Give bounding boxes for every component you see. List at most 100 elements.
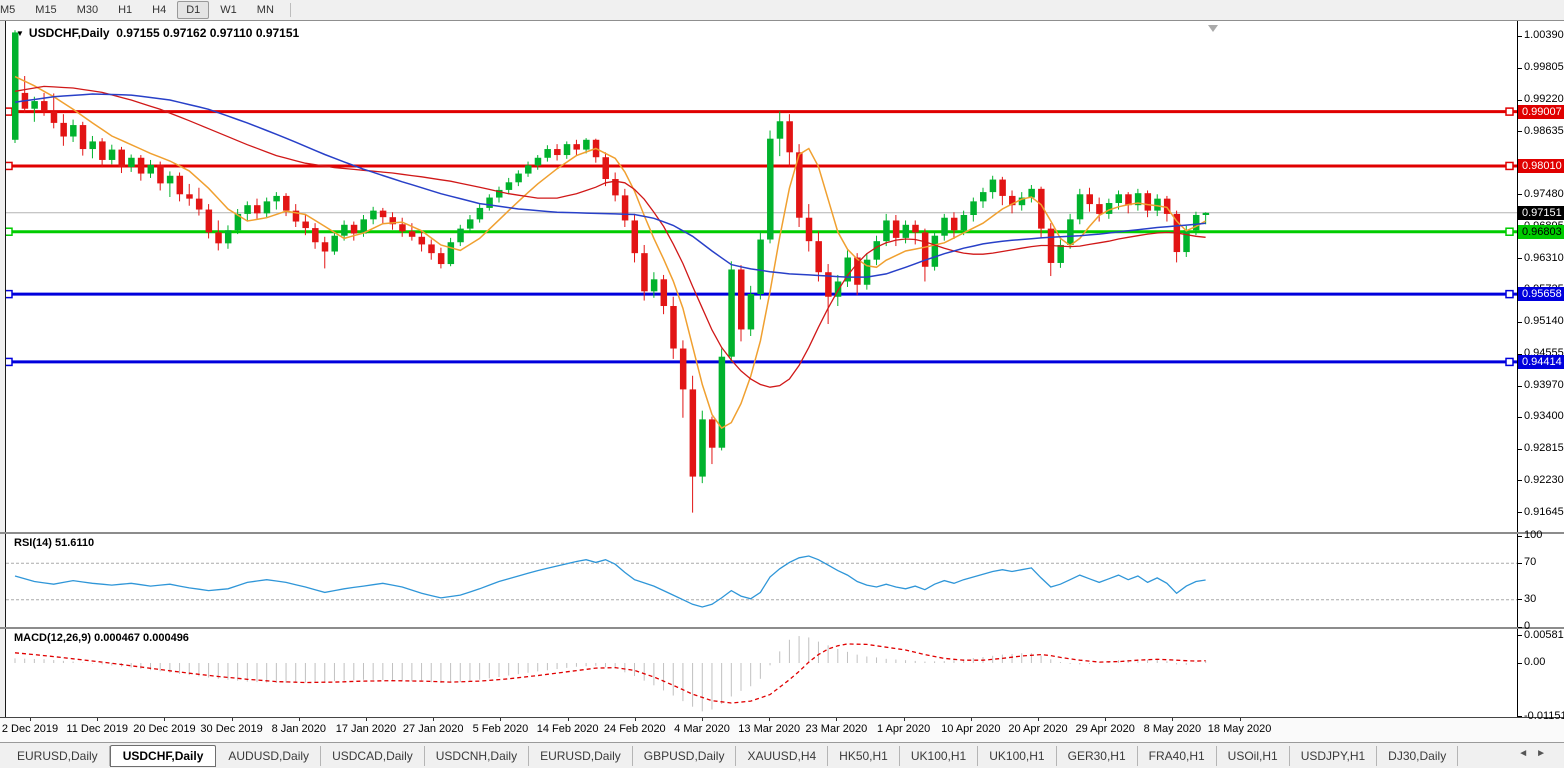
candle-body xyxy=(932,236,939,267)
date-tick xyxy=(299,718,300,721)
tab-ger30-h1[interactable]: GER30,H1 xyxy=(1057,746,1138,766)
line-handle-right[interactable] xyxy=(1506,291,1513,298)
axis-tick xyxy=(1518,635,1522,636)
candle-body xyxy=(186,194,193,198)
level-price-label: 0.95658 xyxy=(1518,287,1564,301)
line-handle-right[interactable] xyxy=(1506,358,1513,365)
timeframe-button-H4[interactable]: H4 xyxy=(143,1,175,19)
macd-tick-label: 0.005818 xyxy=(1524,629,1564,641)
date-tick xyxy=(702,718,703,721)
macd-tick-label: 0.00 xyxy=(1524,656,1545,668)
tab-usdjpy-h1[interactable]: USDJPY,H1 xyxy=(1290,746,1377,766)
date-tick xyxy=(366,718,367,721)
axis-tick xyxy=(1518,599,1522,600)
candle-body xyxy=(457,229,464,243)
candle-body xyxy=(661,279,668,306)
timeframe-button-M5[interactable]: M5 xyxy=(0,1,24,19)
macd-axis[interactable]: 0.0058180.00-0.011514 xyxy=(1517,629,1564,717)
line-handle-left[interactable] xyxy=(6,162,12,169)
date-axis[interactable]: 2 Dec 201911 Dec 201920 Dec 201930 Dec 2… xyxy=(0,718,1564,743)
line-handle-right[interactable] xyxy=(1506,162,1513,169)
candle-body xyxy=(215,232,222,243)
date-label: 18 May 2020 xyxy=(1208,723,1272,735)
candle-body xyxy=(602,157,609,179)
candle-body xyxy=(448,242,455,264)
tab-xauusd-h4[interactable]: XAUUSD,H4 xyxy=(736,746,828,766)
date-tick xyxy=(30,718,31,721)
timeframe-button-W1[interactable]: W1 xyxy=(211,1,246,19)
timeframe-button-MN[interactable]: MN xyxy=(248,1,283,19)
candle-body xyxy=(1057,245,1064,263)
date-tick xyxy=(500,718,501,721)
candle-body xyxy=(535,158,542,166)
tab-usoil-h1[interactable]: USOil,H1 xyxy=(1217,746,1290,766)
chart-shift-marker-icon[interactable] xyxy=(1208,25,1218,32)
tab-scroll-arrows[interactable]: ◄► xyxy=(1518,748,1554,759)
price-tick-label: 0.93970 xyxy=(1524,379,1564,391)
line-handle-left[interactable] xyxy=(6,358,12,365)
axis-tick xyxy=(1518,449,1522,450)
ohlc-open: 0.97155 xyxy=(116,26,159,40)
ohlc-close: 0.97151 xyxy=(256,26,299,40)
tab-usdcnh-daily[interactable]: USDCNH,Daily xyxy=(425,746,529,766)
timeframe-button-M30[interactable]: M30 xyxy=(68,1,107,19)
price-tick-label: 0.95140 xyxy=(1524,315,1564,327)
tab-hk50-h1[interactable]: HK50,H1 xyxy=(828,746,900,766)
price-axis[interactable]: 1.003900.998050.992200.986350.974800.968… xyxy=(1517,21,1564,532)
axis-tick xyxy=(1518,131,1522,132)
candle-body xyxy=(815,241,822,272)
tab-eurusd-daily[interactable]: EURUSD,Daily xyxy=(6,746,110,766)
line-handle-right[interactable] xyxy=(1506,108,1513,115)
candle-body xyxy=(148,165,155,174)
tab-scroll-left-icon[interactable]: ◄ xyxy=(1518,748,1536,759)
candle-body xyxy=(912,225,919,233)
macd-chart[interactable] xyxy=(6,629,1518,717)
rsi-panel[interactable]: RSI(14) 51.6110 xyxy=(5,534,1518,627)
tab-uk100-h1[interactable]: UK100,H1 xyxy=(900,746,978,766)
tab-uk100-h1[interactable]: UK100,H1 xyxy=(978,746,1056,766)
date-label: 20 Apr 2020 xyxy=(1008,723,1067,735)
price-tick-label: 0.99805 xyxy=(1524,61,1564,73)
line-handle-left[interactable] xyxy=(6,291,12,298)
rsi-value: 51.6110 xyxy=(55,537,94,549)
mt4-chart-window: M5M15M30H1H4D1W1MN ▼USDCHF,Daily 0.97155… xyxy=(0,0,1564,768)
candle-body xyxy=(225,230,232,243)
tab-usdchf-daily[interactable]: USDCHF,Daily xyxy=(110,745,217,767)
macd-panel[interactable]: MACD(12,26,9) 0.000467 0.000496 xyxy=(5,629,1518,717)
price-tick-label: 0.97480 xyxy=(1524,188,1564,200)
tab-usdcad-daily[interactable]: USDCAD,Daily xyxy=(321,746,425,766)
date-label: 8 Jan 2020 xyxy=(272,723,326,735)
timeframe-button-D1[interactable]: D1 xyxy=(177,1,209,19)
candle-body xyxy=(641,253,648,291)
tab-gbpusd-daily[interactable]: GBPUSD,Daily xyxy=(633,746,737,766)
rsi-chart[interactable] xyxy=(6,534,1518,627)
line-handle-left[interactable] xyxy=(6,228,12,235)
timeframe-button-H1[interactable]: H1 xyxy=(109,1,141,19)
chart-tab-bar: EURUSD,DailyUSDCHF,DailyAUDUSD,DailyUSDC… xyxy=(0,743,1564,768)
tab-fra40-h1[interactable]: FRA40,H1 xyxy=(1138,746,1217,766)
tab-scroll-right-icon[interactable]: ► xyxy=(1536,748,1554,759)
price-tick-label: 0.98635 xyxy=(1524,125,1564,137)
date-label: 17 Jan 2020 xyxy=(336,723,397,735)
candle-body xyxy=(60,123,67,137)
rsi-header: RSI(14) 51.6110 xyxy=(14,537,94,549)
axis-tick xyxy=(1518,480,1522,481)
candle-body xyxy=(477,208,484,219)
level-price-label: 0.98010 xyxy=(1518,159,1564,173)
candle-body xyxy=(748,294,755,329)
rsi-axis[interactable]: 10070300 xyxy=(1517,534,1564,627)
candlestick-chart[interactable] xyxy=(6,21,1518,532)
candle-body xyxy=(264,201,271,213)
candle-body xyxy=(486,198,493,208)
price-chart-panel[interactable]: ▼USDCHF,Daily 0.97155 0.97162 0.97110 0.… xyxy=(5,21,1518,532)
timeframe-button-M15[interactable]: M15 xyxy=(26,1,65,19)
candle-body xyxy=(51,111,58,122)
tab-audusd-daily[interactable]: AUDUSD,Daily xyxy=(217,746,321,766)
line-handle-right[interactable] xyxy=(1506,228,1513,235)
symbol-dropdown-icon[interactable]: ▼ xyxy=(16,29,24,38)
tab-eurusd-daily[interactable]: EURUSD,Daily xyxy=(529,746,633,766)
tab-dj30-daily[interactable]: DJ30,Daily xyxy=(1377,746,1458,766)
candle-body xyxy=(351,225,358,234)
macd-value-signal: 0.000496 xyxy=(143,632,189,644)
line-handle-left[interactable] xyxy=(6,108,12,115)
